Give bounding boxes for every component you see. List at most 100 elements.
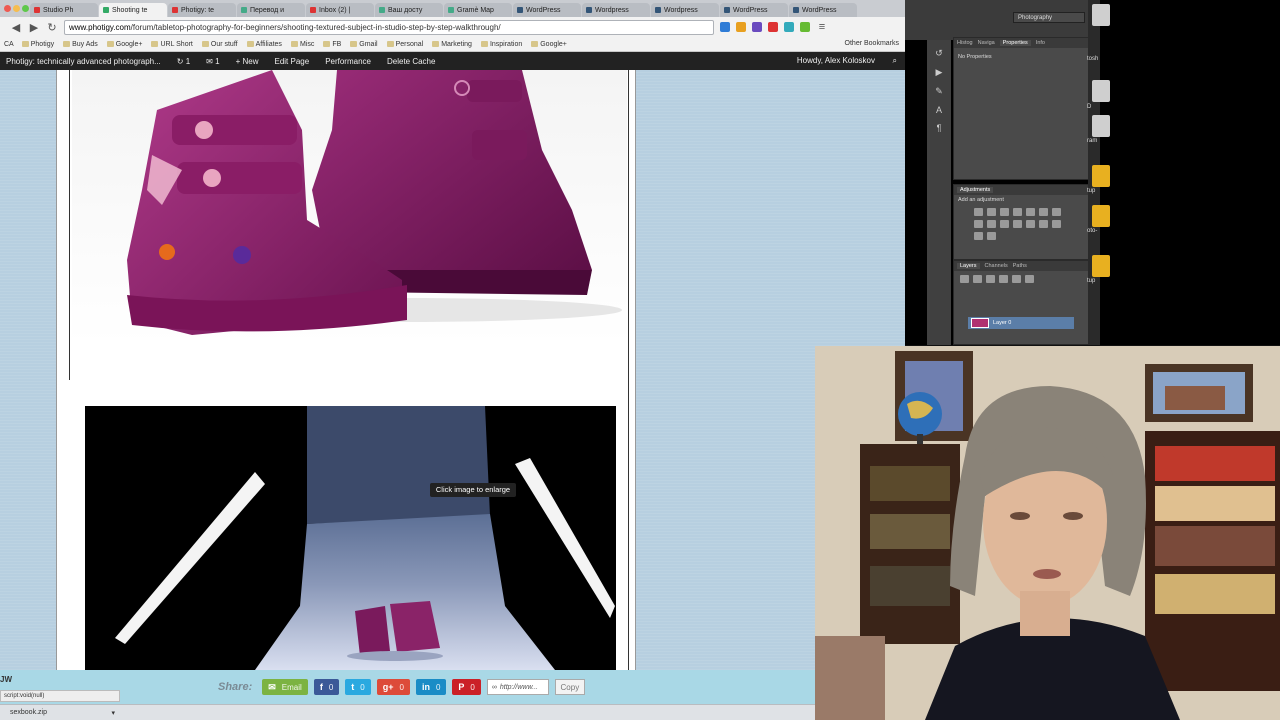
other-bookmarks[interactable]: Other Bookmarks xyxy=(845,40,899,47)
panel-tab[interactable]: Paths xyxy=(1013,263,1027,269)
share-pinterest-button[interactable]: P0 xyxy=(452,679,481,695)
boots-photo[interactable] xyxy=(72,70,627,345)
browser-tab[interactable]: Перевод и xyxy=(237,3,305,17)
bookmark-item[interactable]: Marketing xyxy=(432,41,472,48)
balance-icon[interactable] xyxy=(1052,208,1061,216)
photo-filter-icon[interactable] xyxy=(987,220,996,228)
share-linkedin-button[interactable]: in 0 xyxy=(415,679,447,695)
lookup-icon[interactable] xyxy=(1013,220,1022,228)
browser-tab[interactable]: WordPress xyxy=(789,3,857,17)
panel-tab[interactable]: Histog xyxy=(957,40,973,46)
brush-icon[interactable]: ✎ xyxy=(927,86,951,97)
share-googleplus-button[interactable]: g+ 0 xyxy=(376,679,410,695)
panel-tab[interactable]: Naviga xyxy=(978,40,995,46)
bookmark-item[interactable]: Our stuff xyxy=(201,41,238,48)
panel-tab[interactable]: Channels xyxy=(985,263,1008,269)
share-email-button[interactable]: ✉ Email xyxy=(262,679,308,695)
maximize-window-button[interactable] xyxy=(22,5,29,12)
panel-tab[interactable]: Info xyxy=(1036,40,1045,46)
panel-tab[interactable]: Layers xyxy=(957,263,980,269)
bookmark-item[interactable]: URL Short xyxy=(151,41,193,48)
threshold-icon[interactable] xyxy=(1052,220,1061,228)
browser-tab[interactable]: Photigy: te xyxy=(168,3,236,17)
bookmark-item[interactable]: Gmail xyxy=(350,41,378,48)
history-icon[interactable]: ↺ xyxy=(927,48,951,59)
address-bar[interactable]: www.photigy.com /forum/tabletop-photogra… xyxy=(64,19,714,35)
bookmark-item[interactable]: Inspiration xyxy=(480,41,522,48)
panel-tab[interactable]: Properties xyxy=(999,40,1031,46)
bookmark-item[interactable]: Buy Ads xyxy=(63,41,98,48)
back-icon[interactable]: ◀ xyxy=(10,21,22,34)
mixer-icon[interactable] xyxy=(1000,220,1009,228)
bookmark-item[interactable]: FB xyxy=(323,41,341,48)
wp-delete-cache[interactable]: Delete Cache xyxy=(387,57,435,66)
bookmark-item[interactable]: Personal xyxy=(386,41,423,48)
download-item[interactable]: sexbook.zip ▾ xyxy=(10,709,115,717)
filter-icon[interactable] xyxy=(1012,275,1021,283)
drive-icon[interactable] xyxy=(1092,115,1110,137)
wp-comments[interactable]: ✉ 1 xyxy=(206,57,219,66)
invert-icon[interactable] xyxy=(1026,220,1035,228)
copy-link-button[interactable]: Copy xyxy=(554,679,585,695)
forward-icon[interactable]: ▶ xyxy=(28,21,40,34)
browser-tab[interactable]: Wordpress xyxy=(651,3,719,17)
filter-icon[interactable] xyxy=(999,275,1008,283)
hue-icon[interactable] xyxy=(1039,208,1048,216)
extension-icon[interactable] xyxy=(736,22,746,32)
layer-row[interactable]: Layer 0 xyxy=(968,317,1074,329)
wp-updates[interactable]: ↻ 1 xyxy=(177,57,190,66)
studio-setup-photo[interactable] xyxy=(85,406,616,670)
folder-icon[interactable] xyxy=(1092,165,1110,187)
browser-tab[interactable]: Gramè Map xyxy=(444,3,512,17)
wp-performance[interactable]: Performance xyxy=(325,57,371,66)
paragraph-icon[interactable]: ¶ xyxy=(927,123,951,133)
share-twitter-button[interactable]: t0 xyxy=(345,679,371,695)
extension-icon[interactable] xyxy=(752,22,762,32)
wp-new[interactable]: + New xyxy=(236,57,259,66)
play-icon[interactable]: ▶ xyxy=(927,67,951,78)
share-facebook-button[interactable]: f0 xyxy=(313,679,340,695)
wp-howdy[interactable]: Howdy, Alex Koloskov xyxy=(797,56,875,65)
browser-tab[interactable]: Ваш досту xyxy=(375,3,443,17)
share-link-field[interactable]: ∞ http://www... xyxy=(486,679,549,695)
reload-icon[interactable]: ↻ xyxy=(46,21,58,34)
bw-icon[interactable] xyxy=(974,220,983,228)
extension-icon[interactable] xyxy=(784,22,794,32)
wp-edit-page[interactable]: Edit Page xyxy=(274,57,309,66)
filter-icon[interactable] xyxy=(986,275,995,283)
bookmark-item[interactable]: Google+ xyxy=(531,41,567,48)
bookmark-item[interactable]: Google+ xyxy=(106,41,142,48)
selective-color-icon[interactable] xyxy=(987,232,996,240)
type-icon[interactable]: A xyxy=(927,105,951,115)
folder-icon[interactable] xyxy=(1092,205,1110,227)
extension-icon[interactable] xyxy=(768,22,778,32)
workspace-select[interactable]: Photography xyxy=(1013,12,1085,23)
browser-tab[interactable]: Wordpress xyxy=(582,3,650,17)
kind-filter-icon[interactable] xyxy=(960,275,969,283)
browser-tab[interactable]: WordPress xyxy=(720,3,788,17)
browser-tab[interactable]: Inbox (2) | xyxy=(306,3,374,17)
browser-tab[interactable]: Studio Ph xyxy=(30,3,98,17)
posterize-icon[interactable] xyxy=(1039,220,1048,228)
folder-icon[interactable] xyxy=(1092,255,1110,277)
gradient-map-icon[interactable] xyxy=(974,232,983,240)
vibrance-icon[interactable] xyxy=(1026,208,1035,216)
extension-icon[interactable] xyxy=(800,22,810,32)
drive-icon[interactable] xyxy=(1092,80,1110,102)
exposure-icon[interactable] xyxy=(1013,208,1022,216)
search-icon[interactable]: ⌕ xyxy=(893,56,897,66)
extension-icon[interactable] xyxy=(720,22,730,32)
filter-icon[interactable] xyxy=(973,275,982,283)
bookmark-item[interactable]: Photigy xyxy=(21,41,54,48)
browser-tab[interactable]: WordPress xyxy=(513,3,581,17)
brightness-icon[interactable] xyxy=(974,208,983,216)
wp-site-name[interactable]: Photigy: technically advanced photograph… xyxy=(6,57,161,66)
bookmark-item[interactable]: Affiliates xyxy=(246,41,282,48)
drive-icon[interactable] xyxy=(1092,4,1110,26)
levels-icon[interactable] xyxy=(987,208,996,216)
bookmark-item[interactable]: Misc xyxy=(290,41,314,48)
curves-icon[interactable] xyxy=(1000,208,1009,216)
minimize-window-button[interactable] xyxy=(13,5,20,12)
download-menu-icon[interactable]: ▾ xyxy=(111,709,115,717)
tab-adjustments[interactable]: Adjustments xyxy=(957,187,994,193)
